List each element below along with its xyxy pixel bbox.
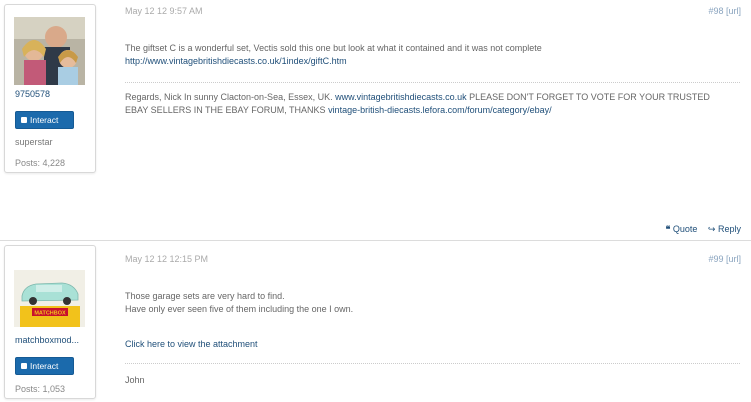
post-body-line: Those garage sets are very hard to find. <box>125 291 285 301</box>
signature-link-site[interactable]: www.vintagebritishdiecasts.co.uk <box>335 92 467 102</box>
quote-icon: ❝ <box>665 224 671 234</box>
post-body: The giftset C is a wonderful set, Vectis… <box>125 42 740 68</box>
signature-link-forum[interactable]: vintage-british-diecasts.lefora.com/foru… <box>328 105 552 115</box>
post-date: May 12 12 12:15 PM <box>125 254 209 264</box>
post-count: Posts: 1,053 <box>15 384 66 394</box>
signature: Regards, Nick In sunny Clacton-on-Sea, E… <box>125 91 740 117</box>
family-photo-avatar <box>14 17 85 85</box>
post-98: 9750578 Interact superstar Posts: 4,228 … <box>0 0 751 240</box>
interact-label: Interact <box>30 361 59 371</box>
username-link[interactable]: matchboxmod... <box>15 335 79 345</box>
signature-text-3: EBAY SELLERS IN THE EBAY FORUM, THANKS <box>125 105 329 115</box>
post-number: #99 [url] <box>708 254 741 264</box>
post-date: May 12 12 9:57 AM <box>125 6 203 16</box>
post-number-link[interactable]: #99 <box>708 254 723 264</box>
user-card: 9750578 Interact superstar Posts: 4,228 <box>4 4 96 173</box>
signature-divider <box>125 363 740 364</box>
user-rank: superstar <box>15 137 53 147</box>
post-count: Posts: 4,228 <box>15 158 66 168</box>
attachment: Click here to view the attachment <box>125 338 740 351</box>
quote-button[interactable]: ❝ Quote <box>666 224 698 234</box>
post-body-link[interactable]: http://www.vintagebritishdiecasts.co.uk/… <box>125 56 347 66</box>
signature-divider <box>125 82 740 83</box>
post-99: MATCHBOX matchboxmod... Interact Posts: … <box>0 240 751 402</box>
post-number-link[interactable]: #98 <box>708 6 723 16</box>
post-body-line: Have only ever seen five of them includi… <box>125 304 354 314</box>
avatar[interactable]: MATCHBOX <box>14 270 85 327</box>
matchbox-car-avatar: MATCHBOX <box>14 270 85 327</box>
post-body: Those garage sets are very hard to find.… <box>125 290 740 316</box>
signature-text-2: PLEASE DON'T FORGET TO VOTE FOR YOUR TRU… <box>466 92 710 102</box>
interact-button[interactable]: Interact <box>15 111 74 129</box>
avatar-box-text: MATCHBOX <box>34 311 66 317</box>
signature-text: Regards, Nick In sunny Clacton-on-Sea, E… <box>125 92 336 102</box>
interact-label: Interact <box>30 115 59 125</box>
post-actions: ❝ Quote ↪ Reply <box>658 224 741 235</box>
post-url-link[interactable]: [url] <box>726 6 741 16</box>
reply-arrow-icon: ↪ <box>707 224 716 234</box>
user-card: MATCHBOX matchboxmod... Interact Posts: … <box>4 245 96 399</box>
user-icon <box>21 363 27 369</box>
post-body-text: The giftset C is a wonderful set, Vectis… <box>125 43 542 53</box>
avatar[interactable] <box>14 17 85 85</box>
reply-label: Reply <box>717 224 741 234</box>
post-url-link[interactable]: [url] <box>726 254 741 264</box>
quote-label: Quote <box>672 224 698 234</box>
reply-button[interactable]: ↪ Reply <box>708 224 741 234</box>
attachment-link[interactable]: Click here to view the attachment <box>125 339 258 349</box>
post-number: #98 [url] <box>708 6 741 16</box>
signature: John <box>125 375 145 385</box>
username-link[interactable]: 9750578 <box>15 89 50 99</box>
user-icon <box>21 117 27 123</box>
interact-button[interactable]: Interact <box>15 357 74 375</box>
